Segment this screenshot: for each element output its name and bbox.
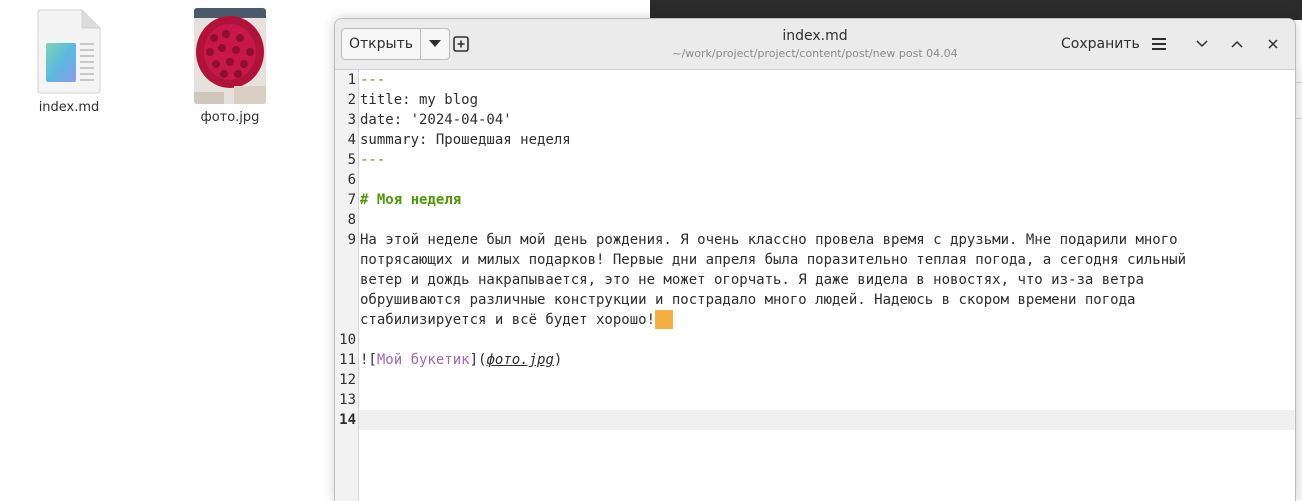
line-number-current: 14 [339,412,356,428]
desktop-file-index-md[interactable]: index.md [9,8,129,115]
open-menu-button[interactable] [421,29,449,59]
text-editor-window: Открыть index.md ~/work/project/project/… [334,18,1296,501]
new-tab-icon [453,36,469,52]
empty-line [360,210,1295,230]
file-name-label: index.md [38,100,100,115]
image-syntax-mid: ]( [469,352,487,368]
line-number: 3 [347,112,356,128]
close-icon [1268,39,1278,49]
background-window-strip [650,0,1302,20]
image-syntax-suffix: ) [553,352,563,368]
minimize-button[interactable] [1188,30,1216,58]
line-number: 13 [339,392,356,408]
line-number: 2 [347,92,356,108]
paragraph-line: ветер и дождь накрапывается, это не може… [360,272,1144,288]
new-tab-button[interactable] [447,30,475,58]
document-text[interactable]: --- title: my blog date: '2024-04-04' su… [360,70,1295,430]
line-number: 11 [339,352,356,368]
line-number: 12 [339,372,356,388]
markdown-heading: # Моя неделя [360,192,462,208]
chevron-down-icon [1196,40,1208,48]
line-number: 5 [347,152,356,168]
image-alt-text: Мой букетик [376,352,470,368]
chevron-up-icon [1231,40,1243,48]
empty-line [360,390,1295,410]
front-matter-date: date: '2024-04-04' [360,112,512,128]
text-document-icon [36,8,102,94]
hamburger-menu-icon [1152,38,1166,50]
empty-line [360,330,1295,350]
line-number: 9 [347,232,356,248]
line-number: 1 [347,72,356,88]
front-matter-delimiter: --- [360,152,386,168]
triangle-down-icon [428,40,441,47]
image-thumbnail-icon [194,8,266,104]
empty-line [360,370,1295,390]
paragraph-line: обрушиваются различные конструкции и пос… [360,292,1136,308]
paragraph-line: На этой неделе был мой день рождения. Я … [360,232,1178,248]
line-number-gutter: 1 2 3 4 5 6 7 8 9 10 11 12 13 14 [335,70,359,501]
paragraph-text: стабилизируется и всё будет хорошо! [360,312,656,328]
front-matter-title: title: my blog [360,92,479,108]
open-button-group: Открыть [341,28,450,60]
text-editor-area[interactable]: 1 2 3 4 5 6 7 8 9 10 11 12 13 14 --- tit… [335,70,1295,501]
cursor-highlight [655,310,674,329]
save-button[interactable]: Сохранить [1053,29,1148,59]
paragraph-line: потрясающих и милых подарков! Первые дни… [360,252,1187,268]
main-menu-button[interactable] [1145,30,1173,58]
empty-line-current [360,410,1295,430]
desktop-file-photo-jpg[interactable]: фото.jpg [170,8,290,125]
line-number: 6 [347,172,356,188]
markdown-image-line: ![Мой букетик](фото.jpg) [360,350,1295,370]
line-number: 7 [347,192,356,208]
empty-line [360,170,1295,190]
front-matter-summary: summary: Прошедшая неделя [360,132,571,148]
image-link-url[interactable]: фото.jpg [486,352,553,368]
line-number: 8 [347,212,356,228]
paragraph-line-last: стабилизируется и всё будет хорошо! [360,310,1295,330]
file-name-label: фото.jpg [200,110,260,125]
image-syntax-prefix: ![ [360,352,377,368]
line-number: 10 [339,332,356,348]
header-bar: Открыть index.md ~/work/project/project/… [335,19,1295,70]
maximize-button[interactable] [1223,30,1251,58]
close-button[interactable] [1259,30,1287,58]
line-number: 4 [347,132,356,148]
front-matter-delimiter: --- [360,72,386,88]
open-button[interactable]: Открыть [342,29,421,59]
